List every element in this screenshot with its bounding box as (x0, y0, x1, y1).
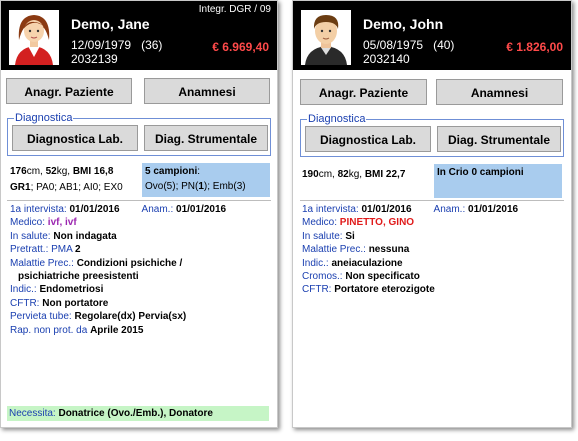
medico-value: ivf, ivf (47, 217, 77, 229)
bmi-value: BMI 22,7 (364, 169, 406, 180)
cromos-value: Non specificato (345, 271, 420, 283)
in-salute-value: Non indagata (53, 230, 117, 242)
patient-name: Demo, Jane (71, 16, 150, 32)
medico-label: Medico: (10, 217, 46, 229)
pretratt-value: PMA (51, 244, 73, 256)
anam-date: 01/01/2016 (176, 204, 227, 215)
patient-amount: € 1.826,00 (506, 40, 563, 54)
patient-amount: € 6.969,40 (212, 40, 269, 54)
patient-stats: 190cm, 82kg, BMI 22,7 (302, 169, 406, 180)
cftr-value: Portatore eterozigote (334, 284, 435, 296)
ab-value: 1 (72, 182, 79, 193)
pretratt-label: Pretratt.: (10, 244, 49, 256)
ex-value: 0 (117, 182, 123, 193)
in-salute-label: In salute: (10, 230, 51, 242)
diag-strumentale-button[interactable]: Diag. Strumentale (144, 125, 268, 151)
diagnostica-legend: Diagnostica (307, 113, 367, 125)
diagnostica-lab-button[interactable]: Diagnostica Lab. (12, 125, 138, 151)
bmi-value: BMI 16,8 (72, 166, 114, 177)
patient-dob: 12/09/1979 (36) (71, 38, 162, 52)
medico-value: PINETTO, GINO (339, 217, 415, 229)
needs-label: Necessita: (9, 408, 56, 419)
malattie-prec-value: Condizioni psichiche / (76, 257, 183, 269)
diagnostica-group: Diagnostica Diagnostica Lab. Diag. Strum… (300, 113, 564, 157)
cftr-label: CFTR: (10, 297, 40, 309)
height-value: 190 (302, 169, 319, 180)
intervista-label: 1a intervista: (10, 204, 67, 215)
intervista-date: 01/01/2016 (361, 204, 412, 215)
medico-label: Medico: (302, 217, 338, 229)
anam-label: Anam.: (433, 204, 466, 215)
ai-value: 0 (92, 182, 99, 193)
patient-name: Demo, John (363, 16, 444, 32)
cftr-label: CFTR: (302, 284, 332, 296)
samples-title: 5 campioni (145, 166, 198, 177)
indic-label: Indic.: (302, 257, 329, 269)
female-avatar-icon (9, 10, 59, 65)
intervista-date: 01/01/2016 (69, 204, 120, 215)
patient-header: Demo, Jane 12/09/1979 (36) 2032139 € 6.9… (1, 1, 277, 70)
rap-non-prot-label: Rap. non prot. da (10, 324, 88, 336)
anam-date: 01/01/2016 (468, 204, 519, 215)
weight-value: 52 (45, 166, 57, 177)
samples-box[interactable]: In Crio 0 campioni (434, 164, 562, 198)
section-divider (300, 200, 564, 201)
patient-age: (40) (433, 38, 455, 52)
malattie-prec-label: Malattie Prec.: (302, 244, 366, 256)
section-divider (7, 200, 271, 201)
diagnostica-lab-button[interactable]: Diagnostica Lab. (305, 126, 431, 152)
male-avatar-icon (301, 10, 351, 65)
patient-header: Demo, John 05/08/1975 (40) 2032140 € 1.8… (293, 1, 571, 70)
indic-value: aneiaculazione (331, 257, 403, 269)
anagrafica-paziente-button[interactable]: Anagr. Paziente (300, 79, 427, 105)
pn-count: 1 (198, 181, 204, 192)
cftr-value: Non portatore (42, 297, 109, 309)
patient-id: 2032139 (71, 52, 118, 66)
pervieta-tube-label: Pervieta tube: (10, 311, 72, 323)
rap-non-prot-value: Aprile 2015 (90, 324, 144, 336)
patient-card-jane: Demo, Jane 12/09/1979 (36) 2032139 € 6.9… (0, 0, 278, 428)
intervista-label: 1a intervista: (302, 204, 359, 215)
malattie-prec-value-cont: psichiatriche preesistenti (18, 271, 139, 283)
indic-label: Indic.: (10, 284, 37, 296)
anagrafica-paziente-button[interactable]: Anagr. Paziente (6, 78, 132, 104)
anamnesi-button[interactable]: Anamnesi (144, 78, 270, 104)
patient-info: 1a intervista: 01/01/2016 Anam.: 01/01/20… (10, 203, 226, 337)
cromos-label: Cromos.: (302, 271, 343, 283)
gr-value: 1 (25, 182, 31, 193)
diagnostica-legend: Diagnostica (14, 112, 74, 124)
pervieta-tube-value: Regolare(dx) Pervia(sx) (74, 311, 187, 323)
patient-card-john: Demo, John 05/08/1975 (40) 2032140 € 1.8… (292, 0, 572, 428)
pretratt-count: 2 (75, 244, 81, 256)
emb-count: 3 (236, 181, 243, 192)
in-salute-label: In salute: (302, 230, 343, 242)
diagnostica-group: Diagnostica Diagnostica Lab. Diag. Strum… (7, 112, 271, 156)
height-value: 176 (10, 166, 27, 177)
birth-date: 12/09/1979 (71, 38, 132, 52)
samples-box[interactable]: 5 campioni: Ovo(5); PN(1); Emb(3) (142, 163, 270, 197)
needs-value: Donatrice (Ovo./Emb.), Donatore (58, 408, 213, 419)
integration-label: Integr. DGR / 09 (198, 4, 271, 15)
patient-dob: 05/08/1975 (40) (363, 38, 454, 52)
anam-label: Anam.: (141, 204, 174, 215)
anamnesi-button[interactable]: Anamnesi (436, 79, 563, 105)
needs-bar: Necessita: Donatrice (Ovo./Emb.), Donato… (7, 406, 269, 421)
patient-info: 1a intervista: 01/01/2016 Anam.: 01/01/20… (302, 203, 518, 297)
weight-value: 82 (337, 169, 349, 180)
ovo-count: 5 (166, 181, 173, 192)
pa-value: 0 (48, 182, 55, 193)
birth-date: 05/08/1975 (363, 38, 424, 52)
patient-stats: 176cm, 52kg, BMI 16,8 GR1; PA0; AB1; AI0… (10, 166, 123, 193)
samples-title: In Crio 0 campioni (437, 167, 524, 178)
indic-value: Endometriosi (39, 284, 104, 296)
diag-strumentale-button[interactable]: Diag. Strumentale (437, 126, 561, 152)
patient-age: (36) (141, 38, 163, 52)
in-salute-value: Si (345, 230, 355, 242)
patient-id: 2032140 (363, 52, 410, 66)
malattie-prec-value: nessuna (368, 244, 410, 256)
malattie-prec-label: Malattie Prec.: (10, 257, 74, 269)
